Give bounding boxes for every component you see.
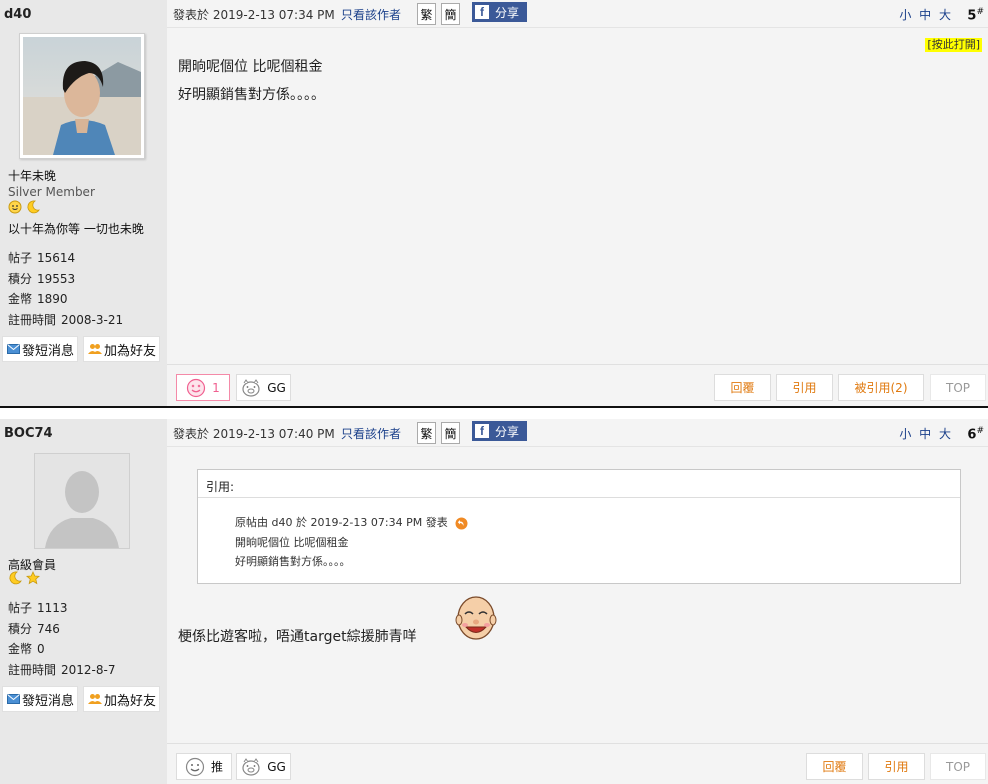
traditional-button[interactable]: 繁: [417, 422, 436, 444]
stat-reg-date: 註冊時間 2012-8-7: [8, 663, 116, 677]
simplified-button[interactable]: 簡: [441, 422, 460, 444]
post-divider: [0, 406, 988, 419]
moon-icon: [9, 571, 22, 585]
gg-button[interactable]: GG: [236, 374, 291, 401]
post-header: 發表於 2019-2-13 07:40 PM 只看該作者 繁 簡 f 分享 小 …: [167, 419, 988, 447]
stat-reg-date: 註冊時間 2008-3-21: [8, 313, 124, 327]
stat-posts: 帖子 15614: [8, 251, 76, 265]
avatar[interactable]: [19, 33, 145, 159]
quote-box: 引用: 原帖由 d40 於 2019-2-13 07:34 PM 發表 開晌呢個…: [197, 469, 961, 584]
quote-line: 開晌呢個位 比呢個租金: [235, 536, 349, 549]
like-button[interactable]: 1: [176, 374, 230, 401]
floor-number: 6#: [967, 426, 984, 443]
gg-button[interactable]: GG: [236, 753, 291, 780]
font-size-links[interactable]: 小 中 大: [899, 6, 953, 23]
user-rank: Silver Member: [8, 185, 95, 199]
send-pm-button[interactable]: 發短消息: [2, 336, 78, 362]
envelope-icon: [7, 344, 20, 354]
envelope-icon: [7, 694, 20, 704]
star-icon: [25, 571, 40, 585]
add-friend-button[interactable]: 加為好友: [83, 336, 160, 362]
post-floor-6: BOC74 高級會員 帖子 1113 積分 746 金幣 0 註冊時間 2012-8-7…: [0, 419, 988, 784]
happy-face-icon: [185, 757, 205, 777]
stat-points: 積分 746: [8, 622, 60, 636]
nickname: 十年未晚: [8, 169, 57, 183]
floor-number: 5#: [967, 7, 984, 24]
post-header: 發表於 2019-2-13 07:34 PM 只看該作者 繁 簡 f 分享 小 …: [167, 0, 988, 28]
expand-toggle[interactable]: [按此打開]: [925, 38, 982, 52]
post-footer: 1 GG 回覆 引用 被引用(2) TOP: [167, 364, 988, 406]
friends-icon: [88, 343, 102, 355]
send-pm-button[interactable]: 發短消息: [2, 686, 78, 712]
facebook-share-button[interactable]: f 分享: [472, 421, 528, 441]
pig-icon: [241, 378, 261, 397]
quote-header: 引用:: [198, 470, 960, 498]
post-timestamp: 發表於 2019-2-13 07:40 PM: [173, 427, 335, 441]
rank-icons: [8, 200, 40, 217]
quote-button[interactable]: 引用: [868, 753, 925, 780]
facebook-icon: f: [475, 424, 489, 438]
user-sidebar: BOC74 高級會員 帖子 1113 積分 746 金幣 0 註冊時間 2012-8-7…: [0, 419, 167, 784]
author-only-link[interactable]: 只看該作者: [341, 425, 401, 442]
post-main: 發表於 2019-2-13 07:34 PM 只看該作者 繁 簡 f 分享 小 …: [167, 0, 988, 406]
post-content: 梗係比遊客啦，唔通target綜援肺青咩: [178, 629, 417, 645]
traditional-button[interactable]: 繁: [417, 3, 436, 25]
post-content: 開晌呢個位 比呢個租金 好明顯銷售對方係。。。。: [178, 53, 325, 109]
author-only-link[interactable]: 只看該作者: [341, 6, 401, 23]
smiley-icon: [8, 200, 22, 214]
reply-button[interactable]: 回覆: [806, 753, 863, 780]
push-button[interactable]: 推: [176, 753, 232, 780]
top-button[interactable]: TOP: [930, 753, 986, 780]
add-friend-button[interactable]: 加為好友: [83, 686, 160, 712]
signature: 以十年為你等 一切也未晚: [8, 222, 144, 236]
avatar[interactable]: [34, 453, 130, 549]
user-sidebar: d40 十年未晚 Silver Member 以十年為你等 一切也未晚 帖子 1…: [0, 0, 167, 406]
stat-coins: 金幣 0: [8, 642, 45, 656]
quote-meta: 原帖由 d40 於 2019-2-13 07:34 PM 發表: [235, 514, 468, 530]
post-footer: 推 GG 回覆 引用 TOP: [167, 743, 988, 784]
friends-icon: [88, 693, 102, 705]
post-floor-5: d40 十年未晚 Silver Member 以十年為你等 一切也未晚 帖子 1…: [0, 0, 988, 406]
default-avatar-icon: [35, 454, 129, 548]
top-button[interactable]: TOP: [930, 374, 986, 401]
goto-post-icon[interactable]: [455, 517, 468, 530]
content-line: 開晌呢個位 比呢個租金: [178, 59, 323, 75]
rank-icons: [8, 571, 40, 588]
facebook-share-button[interactable]: f 分享: [472, 2, 528, 22]
quote-button[interactable]: 引用: [776, 374, 833, 401]
pig-icon: [241, 757, 261, 776]
reply-button[interactable]: 回覆: [714, 374, 771, 401]
quoted-by-button[interactable]: 被引用(2): [838, 374, 924, 401]
facebook-icon: f: [475, 5, 489, 19]
stat-coins: 金幣 1890: [8, 292, 68, 306]
stat-posts: 帖子 1113: [8, 601, 68, 615]
quote-line: 好明顯銷售對方係。。。。: [235, 555, 351, 568]
love-face-icon: [186, 378, 206, 398]
content-line: 好明顯銷售對方係。。。。: [178, 87, 325, 103]
post-main: 發表於 2019-2-13 07:40 PM 只看該作者 繁 簡 f 分享 小 …: [167, 419, 988, 784]
moon-icon: [27, 200, 40, 214]
username[interactable]: d40: [4, 7, 31, 22]
font-size-links[interactable]: 小 中 大: [899, 425, 953, 442]
username[interactable]: BOC74: [4, 426, 53, 441]
stat-points: 積分 19553: [8, 272, 76, 286]
post-timestamp: 發表於 2019-2-13 07:34 PM: [173, 8, 335, 22]
simplified-button[interactable]: 簡: [441, 3, 460, 25]
bald-face-emoticon-icon: [455, 596, 497, 640]
